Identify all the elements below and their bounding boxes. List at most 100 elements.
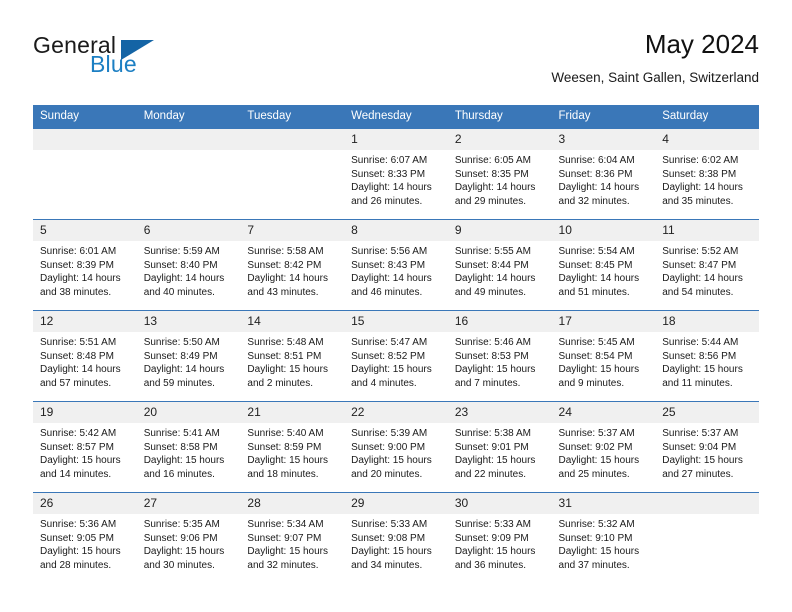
day-cell[interactable] (240, 129, 345, 220)
sunrise-text: Sunrise: 6:04 AM (558, 155, 635, 166)
day-number: 18 (655, 311, 759, 332)
day-number: 5 (33, 220, 137, 241)
sunset-text: Sunset: 8:58 PM (143, 441, 218, 453)
day-cell[interactable]: 16 Sunrise: 5:46 AM Sunset: 8:53 PM Dayl… (447, 310, 552, 402)
page-title: May 2024 (644, 29, 759, 59)
sunrise-text: Sunrise: 5:35 AM (143, 519, 220, 530)
daylight-text: Daylight: 14 hours and 43 minutes. (247, 273, 329, 298)
daylight-text: Daylight: 15 hours and 28 minutes. (40, 546, 121, 571)
sunrise-text: Sunrise: 5:59 AM (143, 246, 220, 257)
day-cell[interactable]: 13 Sunrise: 5:50 AM Sunset: 8:49 PM Dayl… (136, 310, 241, 402)
day-cell[interactable]: 19 Sunrise: 5:42 AM Sunset: 8:57 PM Dayl… (33, 401, 137, 493)
weekday-header-wednesday: Wednesday (344, 105, 448, 129)
sunset-text: Sunset: 8:42 PM (247, 259, 322, 271)
day-number: 9 (447, 220, 552, 241)
daylight-text: Daylight: 15 hours and 37 minutes. (558, 546, 640, 571)
day-cell[interactable] (33, 129, 137, 220)
day-cell[interactable]: 2 Sunrise: 6:05 AM Sunset: 8:35 PM Dayli… (447, 129, 552, 220)
day-cell[interactable]: 23 Sunrise: 5:38 AM Sunset: 9:01 PM Dayl… (447, 401, 552, 493)
day-cell[interactable]: 22 Sunrise: 5:39 AM Sunset: 9:00 PM Dayl… (344, 401, 448, 493)
day-cell[interactable]: 9 Sunrise: 5:55 AM Sunset: 8:44 PM Dayli… (447, 219, 552, 311)
day-cell[interactable]: 11 Sunrise: 5:52 AM Sunset: 8:47 PM Dayl… (655, 219, 759, 311)
day-number: 14 (240, 311, 345, 332)
day-number: 26 (33, 493, 137, 514)
day-cell[interactable]: 4 Sunrise: 6:02 AM Sunset: 8:38 PM Dayli… (655, 129, 759, 220)
day-number: 7 (240, 220, 345, 241)
weekday-header-thursday: Thursday (447, 105, 552, 129)
day-cell[interactable]: 26 Sunrise: 5:36 AM Sunset: 9:05 PM Dayl… (33, 492, 137, 583)
day-cell[interactable]: 28 Sunrise: 5:34 AM Sunset: 9:07 PM Dayl… (240, 492, 345, 583)
daylight-text: Daylight: 14 hours and 54 minutes. (662, 273, 743, 298)
sunset-text: Sunset: 8:59 PM (247, 441, 322, 453)
daylight-text: Daylight: 15 hours and 7 minutes. (454, 364, 536, 389)
day-details (655, 514, 759, 518)
day-cell[interactable]: 29 Sunrise: 5:33 AM Sunset: 9:08 PM Dayl… (344, 492, 448, 583)
sunset-text: Sunset: 8:49 PM (143, 350, 218, 362)
day-cell[interactable]: 17 Sunrise: 5:45 AM Sunset: 8:54 PM Dayl… (551, 310, 656, 402)
weekday-header-saturday: Saturday (655, 105, 759, 129)
day-details: Sunrise: 5:42 AM Sunset: 8:57 PM Dayligh… (33, 423, 137, 481)
day-cell[interactable]: 25 Sunrise: 5:37 AM Sunset: 9:04 PM Dayl… (655, 401, 759, 493)
day-cell[interactable]: 18 Sunrise: 5:44 AM Sunset: 8:56 PM Dayl… (655, 310, 759, 402)
day-details: Sunrise: 5:52 AM Sunset: 8:47 PM Dayligh… (655, 241, 759, 299)
sunrise-text: Sunrise: 6:07 AM (351, 155, 428, 166)
weekday-header-monday: Monday (136, 105, 241, 129)
day-number: 3 (551, 129, 656, 150)
sunrise-text: Sunrise: 5:47 AM (351, 337, 428, 348)
daylight-text: Daylight: 14 hours and 46 minutes. (351, 273, 432, 298)
sunrise-text: Sunrise: 5:38 AM (454, 428, 531, 439)
day-number: 16 (447, 311, 552, 332)
day-cell[interactable]: 14 Sunrise: 5:48 AM Sunset: 8:51 PM Dayl… (240, 310, 345, 402)
day-cell[interactable]: 15 Sunrise: 5:47 AM Sunset: 8:52 PM Dayl… (344, 310, 448, 402)
day-number (240, 129, 345, 150)
sunrise-text: Sunrise: 5:45 AM (558, 337, 635, 348)
day-details: Sunrise: 5:45 AM Sunset: 8:54 PM Dayligh… (552, 332, 656, 390)
sunrise-text: Sunrise: 6:01 AM (40, 246, 117, 257)
sunset-text: Sunset: 9:08 PM (351, 532, 426, 544)
sunset-text: Sunset: 9:10 PM (558, 532, 633, 544)
day-cell[interactable]: 12 Sunrise: 5:51 AM Sunset: 8:48 PM Dayl… (33, 310, 137, 402)
weekday-header-friday: Friday (551, 105, 656, 129)
sunset-text: Sunset: 8:57 PM (40, 441, 114, 453)
day-details: Sunrise: 5:48 AM Sunset: 8:51 PM Dayligh… (240, 332, 344, 390)
sunrise-text: Sunrise: 5:54 AM (558, 246, 635, 257)
day-number (655, 493, 759, 514)
day-details: Sunrise: 5:33 AM Sunset: 9:08 PM Dayligh… (344, 514, 448, 572)
daylight-text: Daylight: 14 hours and 57 minutes. (40, 364, 121, 389)
day-cell[interactable]: 6 Sunrise: 5:59 AM Sunset: 8:40 PM Dayli… (136, 219, 241, 311)
day-cell[interactable]: 1 Sunrise: 6:07 AM Sunset: 8:33 PM Dayli… (344, 129, 448, 220)
sunrise-text: Sunrise: 5:33 AM (351, 519, 428, 530)
daylight-text: Daylight: 15 hours and 32 minutes. (247, 546, 329, 571)
day-cell[interactable]: 10 Sunrise: 5:54 AM Sunset: 8:45 PM Dayl… (551, 219, 656, 311)
sunset-text: Sunset: 8:39 PM (40, 259, 114, 271)
daylight-text: Daylight: 15 hours and 9 minutes. (558, 364, 640, 389)
day-cell[interactable]: 21 Sunrise: 5:40 AM Sunset: 8:59 PM Dayl… (240, 401, 345, 493)
day-cell[interactable]: 27 Sunrise: 5:35 AM Sunset: 9:06 PM Dayl… (136, 492, 241, 583)
sunrise-text: Sunrise: 5:37 AM (662, 428, 739, 439)
sunset-text: Sunset: 8:54 PM (558, 350, 633, 362)
sunrise-text: Sunrise: 5:52 AM (662, 246, 739, 257)
day-cell[interactable]: 31 Sunrise: 5:32 AM Sunset: 9:10 PM Dayl… (551, 492, 656, 583)
day-details: Sunrise: 5:38 AM Sunset: 9:01 PM Dayligh… (448, 423, 552, 481)
day-cell[interactable]: 24 Sunrise: 5:37 AM Sunset: 9:02 PM Dayl… (551, 401, 656, 493)
day-details: Sunrise: 5:51 AM Sunset: 8:48 PM Dayligh… (33, 332, 137, 390)
daylight-text: Daylight: 15 hours and 4 minutes. (351, 364, 432, 389)
day-number: 28 (240, 493, 345, 514)
day-number: 17 (551, 311, 656, 332)
day-number: 21 (240, 402, 345, 423)
calendar-week-row: 26 Sunrise: 5:36 AM Sunset: 9:05 PM Dayl… (33, 492, 759, 583)
sunrise-text: Sunrise: 5:33 AM (454, 519, 531, 530)
day-cell[interactable] (136, 129, 241, 220)
daylight-text: Daylight: 15 hours and 34 minutes. (351, 546, 432, 571)
day-cell[interactable]: 8 Sunrise: 5:56 AM Sunset: 8:43 PM Dayli… (344, 219, 448, 311)
day-cell[interactable]: 30 Sunrise: 5:33 AM Sunset: 9:09 PM Dayl… (447, 492, 552, 583)
day-number: 25 (655, 402, 759, 423)
day-cell[interactable]: 3 Sunrise: 6:04 AM Sunset: 8:36 PM Dayli… (551, 129, 656, 220)
weekday-header-sunday: Sunday (33, 105, 137, 129)
day-cell[interactable] (655, 492, 759, 583)
day-cell[interactable]: 20 Sunrise: 5:41 AM Sunset: 8:58 PM Dayl… (136, 401, 241, 493)
sunset-text: Sunset: 8:40 PM (143, 259, 218, 271)
day-cell[interactable]: 7 Sunrise: 5:58 AM Sunset: 8:42 PM Dayli… (240, 219, 345, 311)
day-cell[interactable]: 5 Sunrise: 6:01 AM Sunset: 8:39 PM Dayli… (33, 219, 137, 311)
day-number (33, 129, 137, 150)
